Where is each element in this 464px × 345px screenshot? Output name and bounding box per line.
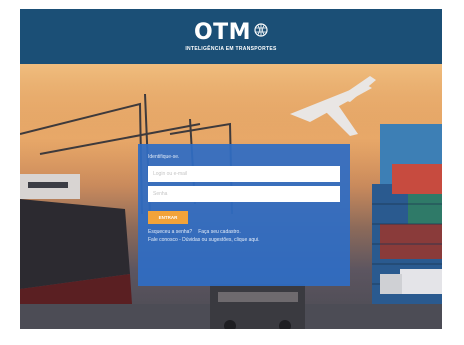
- logo-text: OTM: [193, 19, 252, 45]
- brain-icon: [254, 23, 268, 42]
- password-input[interactable]: [148, 186, 340, 202]
- login-links: Esqueceu a senha? Faça seu cadastro. Fale…: [148, 228, 340, 244]
- forgot-password-link[interactable]: Esqueceu a senha?: [148, 229, 192, 235]
- login-button[interactable]: ENTRAR: [148, 211, 188, 224]
- register-link[interactable]: Faça seu cadastro.: [198, 229, 241, 235]
- login-panel: Identifique-se. ENTRAR Esqueceu a senha?…: [138, 144, 350, 286]
- logo-subtitle: INTELIGÊNCIA EM TRANSPORTES: [185, 45, 277, 52]
- contact-link[interactable]: Fale conosco - Dúvidas ou sugestões, cli…: [148, 237, 259, 243]
- login-page: OTM INTELIGÊNCIA EM TRANSPORTES Identifi…: [0, 0, 464, 345]
- username-input[interactable]: [148, 166, 340, 182]
- header-bar: OTM INTELIGÊNCIA EM TRANSPORTES: [20, 9, 442, 64]
- logo: OTM INTELIGÊNCIA EM TRANSPORTES: [185, 19, 277, 52]
- login-prompt: Identifique-se.: [148, 154, 180, 160]
